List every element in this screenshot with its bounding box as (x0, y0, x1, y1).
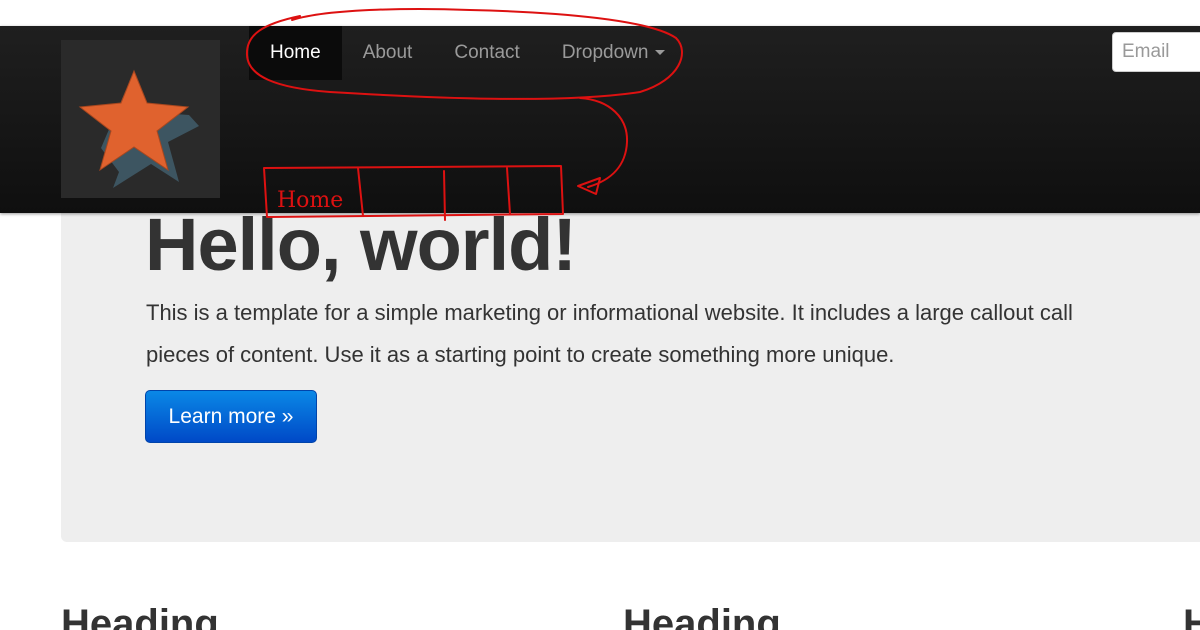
nav-item-about[interactable]: About (342, 26, 434, 80)
hero-title: Hello, world! (145, 203, 577, 286)
caret-down-icon (655, 50, 666, 56)
learn-more-button[interactable]: Learn more » (145, 390, 317, 443)
nav-item-contact-label: Contact (454, 42, 520, 63)
nav-item-home[interactable]: Home (249, 26, 342, 80)
column-heading-1: Heading (61, 602, 219, 630)
hero-text-line-1: This is a template for a simple marketin… (146, 300, 1073, 325)
email-input[interactable] (1112, 32, 1200, 72)
nav-item-dropdown[interactable]: Dropdown (541, 26, 687, 80)
star-logo-icon (78, 69, 199, 188)
nav-item-about-label: About (362, 42, 413, 63)
page: Hello, world! This is a template for a s… (0, 0, 1200, 630)
main-nav: Home About Contact Dropdown (249, 26, 686, 80)
hero-text: This is a template for a simple marketin… (146, 292, 1200, 376)
nav-item-contact[interactable]: Contact (433, 26, 540, 80)
nav-item-dropdown-label: Dropdown (561, 42, 649, 63)
navbar: Home About Contact Dropdown (0, 26, 1200, 213)
column-heading-3: H (1183, 602, 1200, 630)
site-logo[interactable] (61, 40, 220, 198)
nav-item-home-label: Home (270, 42, 321, 63)
hero-text-line-2: pieces of content. Use it as a starting … (146, 342, 895, 367)
column-heading-2: Heading (623, 602, 781, 630)
